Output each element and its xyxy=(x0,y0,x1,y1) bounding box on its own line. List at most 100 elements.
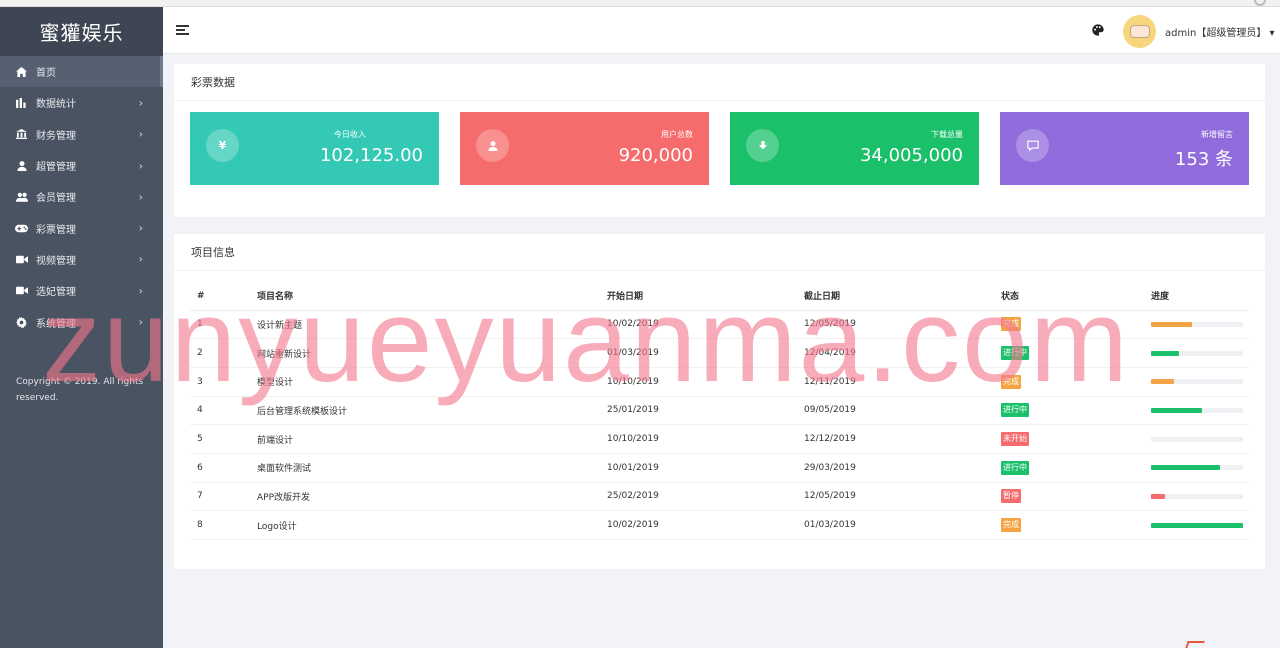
copyright-text: Copyright © 2019. All rights reserved. xyxy=(16,376,144,403)
start-date: 10/02/2019 xyxy=(607,510,804,540)
progress-bar xyxy=(1151,407,1243,413)
chevron-right-icon: › xyxy=(138,96,143,110)
progress-cell xyxy=(1151,396,1249,426)
sidebar-item-0[interactable]: 首页 xyxy=(0,56,163,88)
row-index: 8 xyxy=(190,510,257,540)
brand-logo[interactable]: 蜜獾娱乐 xyxy=(0,7,163,56)
sidebar-item-label: 数据统计 xyxy=(36,99,76,111)
project-table: # 项目名称 开始日期 截止日期 状态 进度 1 设计新主题 10/02/2019 12/05/… xyxy=(190,282,1249,540)
sidebar-item-2[interactable]: 财务管理 › xyxy=(0,119,163,150)
progress-cell xyxy=(1151,424,1249,454)
end-date: 12/05/2019 xyxy=(804,310,1001,340)
palette-icon[interactable] xyxy=(1091,23,1105,37)
browser-control-icon[interactable] xyxy=(1254,0,1266,6)
end-date: 12/12/2019 xyxy=(804,424,1001,454)
sidebar-item-label: 首页 xyxy=(36,68,56,80)
project-name: 模型设计 xyxy=(257,367,607,397)
status-cell: 暂停 xyxy=(1001,482,1151,512)
end-date: 09/05/2019 xyxy=(804,396,1001,426)
start-date: 10/10/2019 xyxy=(607,424,804,454)
stat-label: 下载总量 xyxy=(931,130,963,139)
table-row[interactable]: 8 Logo设计 10/02/2019 01/03/2019 完成 xyxy=(190,510,1249,540)
table-row[interactable]: 5 前端设计 10/10/2019 12/12/2019 未开始 xyxy=(190,424,1249,454)
menu-toggle-icon[interactable] xyxy=(176,25,189,35)
project-name: 桌面软件测试 xyxy=(257,453,607,483)
end-date: 12/11/2019 xyxy=(804,367,1001,397)
stat-card[interactable]: ¥ 今日收入 102,125.00 xyxy=(190,112,439,185)
stat-card[interactable]: 新增留言 153 条 xyxy=(1000,112,1249,185)
progress-fill xyxy=(1151,350,1179,356)
sidebar-item-5[interactable]: 彩票管理 › xyxy=(0,212,163,243)
end-date: 29/03/2019 xyxy=(804,453,1001,483)
sidebar-item-3[interactable]: 超管管理 › xyxy=(0,150,163,181)
sidebar-item-1[interactable]: 数据统计 › xyxy=(0,87,163,118)
chevron-right-icon: › xyxy=(138,315,143,329)
status-badge: 未开始 xyxy=(1001,432,1029,447)
project-name: APP改版开发 xyxy=(257,482,607,512)
stat-label: 新增留言 xyxy=(1201,130,1233,139)
stat-card[interactable]: 下载总量 34,005,000 xyxy=(730,112,979,185)
status-badge: 暂停 xyxy=(1001,489,1021,504)
status-badge: 进行中 xyxy=(1001,346,1029,361)
sidebar-menu: 首页 数据统计 › 财务管理 › 超管管理 › 会员管理 › 彩票管理 › 视频管理 › 选妃管理 › 系统管… xyxy=(0,56,163,338)
avatar[interactable] xyxy=(1123,15,1156,48)
column-header: 进度 xyxy=(1151,282,1249,311)
status-cell: 完成 xyxy=(1001,310,1151,340)
sidebar-item-4[interactable]: 会员管理 › xyxy=(0,181,163,212)
project-name: 网站重新设计 xyxy=(257,338,607,368)
video-camera-icon xyxy=(15,285,28,297)
table-row[interactable]: 6 桌面软件测试 10/01/2019 29/03/2019 进行中 xyxy=(190,453,1249,483)
corner-logo-icon xyxy=(1184,641,1205,648)
table-row[interactable]: 2 网站重新设计 01/03/2019 12/04/2019 进行中 xyxy=(190,338,1249,368)
progress-cell xyxy=(1151,482,1249,512)
browser-top-bar xyxy=(0,0,1280,7)
sidebar-item-6[interactable]: 视频管理 › xyxy=(0,244,163,275)
sidebar-item-7[interactable]: 选妃管理 › xyxy=(0,275,163,306)
sidebar-item-label: 系统管理 xyxy=(36,318,76,330)
bar-chart-icon xyxy=(15,97,28,109)
sidebar-item-label: 视频管理 xyxy=(36,255,76,267)
progress-bar xyxy=(1151,493,1243,499)
stat-value: 34,005,000 xyxy=(859,145,963,166)
sidebar-item-label: 超管管理 xyxy=(36,162,76,174)
project-name: Logo设计 xyxy=(257,510,607,540)
column-header: 状态 xyxy=(1001,282,1151,311)
table-row[interactable]: 7 APP改版开发 25/02/2019 12/05/2019 暂停 xyxy=(190,482,1249,512)
gamepad-icon xyxy=(15,222,28,234)
progress-bar xyxy=(1151,379,1243,385)
gear-icon xyxy=(15,316,28,328)
progress-fill xyxy=(1151,379,1174,385)
status-badge: 进行中 xyxy=(1001,403,1029,418)
progress-fill xyxy=(1151,465,1220,471)
progress-cell xyxy=(1151,453,1249,483)
row-index: 2 xyxy=(190,338,257,368)
start-date: 01/03/2019 xyxy=(607,338,804,368)
stat-label: 今日收入 xyxy=(334,130,366,139)
end-date: 12/04/2019 xyxy=(804,338,1001,368)
chevron-right-icon: › xyxy=(138,159,143,173)
video-camera-icon xyxy=(15,253,28,265)
status-badge: 进行中 xyxy=(1001,460,1029,475)
stat-label: 用户总数 xyxy=(661,130,693,139)
sidebar-item-8[interactable]: 系统管理 › xyxy=(0,306,163,337)
table-row[interactable]: 3 模型设计 10/10/2019 12/11/2019 完成 xyxy=(190,367,1249,397)
progress-cell xyxy=(1151,338,1249,368)
chevron-right-icon: › xyxy=(138,127,143,141)
status-cell: 未开始 xyxy=(1001,424,1151,454)
table-row[interactable]: 4 后台管理系统模板设计 25/01/2019 09/05/2019 进行中 xyxy=(190,396,1249,426)
stat-card[interactable]: 用户总数 920,000 xyxy=(460,112,709,185)
start-date: 10/10/2019 xyxy=(607,367,804,397)
chevron-right-icon: › xyxy=(138,190,143,204)
user-menu[interactable]: admin【超级管理员】 ▾ xyxy=(1165,24,1275,39)
sidebar-item-label: 彩票管理 xyxy=(36,224,76,236)
status-cell: 完成 xyxy=(1001,510,1151,540)
progress-fill xyxy=(1151,493,1165,499)
panel-title: 项目信息 xyxy=(174,234,1265,271)
column-header: # xyxy=(190,282,257,311)
user-icon xyxy=(15,160,28,172)
progress-fill xyxy=(1151,407,1202,413)
status-badge: 完成 xyxy=(1001,374,1021,389)
progress-fill xyxy=(1151,522,1243,528)
stat-value: 102,125.00 xyxy=(319,145,423,166)
table-row[interactable]: 1 设计新主题 10/02/2019 12/05/2019 完成 xyxy=(190,310,1249,340)
